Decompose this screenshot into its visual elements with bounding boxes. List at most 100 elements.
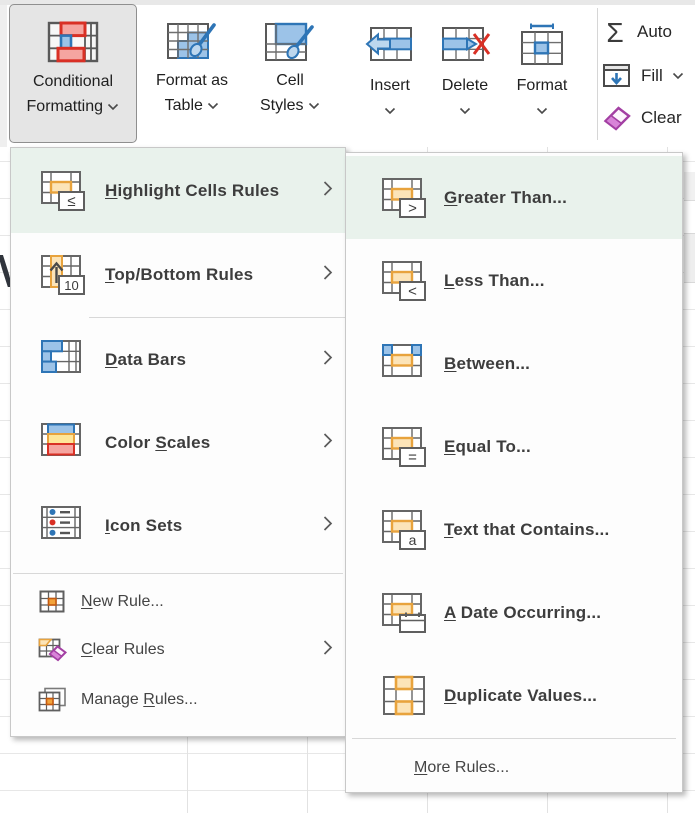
menu-item-label: Manage Rules... [81,691,198,709]
submenu-arrow-icon [323,349,333,370]
greater-than-icon: > [380,177,428,219]
equal-to-icon: = [380,426,428,468]
menu-item-new-rule[interactable]: New Rule... [11,578,345,626]
menu-item-highlight-cells-rules[interactable]: ≤ Highlight Cells Rules [11,148,345,233]
menu-item-a-date-occurring[interactable]: A Date Occurring... [346,571,682,654]
cell-styles-label-line1: Cell [276,68,304,93]
menu-item-between[interactable]: Between... [346,322,682,405]
menu-item-top-bottom-rules[interactable]: 10 Top/Bottom Rules [11,233,345,317]
menu-item-equal-to[interactable]: = Equal To... [346,405,682,488]
menu-item-label: A Date Occurring... [444,603,601,623]
autosum-button[interactable]: Σ Auto [602,15,672,49]
conditional-formatting-button[interactable]: ConditionalFormatting [9,4,137,143]
svg-text:>: > [408,200,417,217]
conditional-formatting-icon [46,15,100,69]
submenu-arrow-icon [323,432,333,453]
conditional-formatting-menu: ≤ Highlight Cells Rules 10 Top/Bottom Rule… [10,147,346,737]
submenu-arrow-icon [323,640,333,661]
clear-rules-icon [37,638,69,662]
menu-item-label: Top/Bottom Rules [105,265,253,285]
insert-label: Insert [370,77,410,95]
conditional-formatting-label-line2: Formatting [27,94,120,119]
menu-item-label: Equal To... [444,437,531,457]
between-icon [380,343,428,385]
format-as-table-label-line2: Table [165,93,220,118]
icon-sets-icon [39,505,87,547]
cell-styles-button[interactable]: CellStyles [248,4,332,143]
ribbon-group-divider [597,8,598,140]
menu-item-label: Color Scales [105,433,210,453]
chevron-down-icon [107,98,119,115]
menu-item-label: Icon Sets [105,516,182,536]
menu-item-data-bars[interactable]: Data Bars [11,318,345,401]
menu-item-label: Text that Contains... [444,520,609,540]
menu-item-icon-sets[interactable]: Icon Sets [11,484,345,567]
menu-item-label: Between... [444,354,530,374]
clear-label: Clear [641,108,682,128]
autosum-label: Auto [637,22,672,42]
svg-text:10: 10 [64,278,78,293]
submenu-arrow-icon [323,180,333,201]
menu-separator [13,573,343,574]
delete-cells-icon [439,20,491,70]
highlight-cells-rules-submenu: > Greater Than... < Less Than... Between..… [345,152,683,793]
chevron-down-icon [384,102,396,120]
format-as-table-button[interactable]: Format asTable [140,4,244,143]
manage-rules-icon [37,687,69,713]
chevron-down-icon [308,97,320,114]
menu-item-label: Greater Than... [444,188,567,208]
cell-styles-icon [264,14,316,68]
fill-button[interactable]: Fill [602,59,684,93]
cell-styles-label-line2: Styles [260,93,320,118]
format-as-table-label-line1: Format as [156,68,228,93]
eraser-icon [602,104,632,132]
chevron-down-icon [672,67,684,85]
submenu-arrow-icon [323,515,333,536]
text-contains-icon: a [380,509,428,551]
ribbon-left-border [0,5,7,147]
excel-conditional-formatting-ui: M ConditionalFormatting Format asTable C… [0,0,695,813]
less-than-icon: < [380,260,428,302]
clear-button[interactable]: Clear [602,101,682,135]
delete-label: Delete [442,77,488,95]
sigma-icon: Σ [602,17,628,47]
menu-item-label: Clear Rules [81,641,165,659]
date-occurring-icon [380,592,428,634]
ribbon: ConditionalFormatting Format asTable Cel… [0,0,695,147]
menu-item-clear-rules[interactable]: Clear Rules [11,626,345,674]
menu-item-duplicate-values[interactable]: Duplicate Values... [346,654,682,737]
fill-label: Fill [641,66,663,86]
format-button[interactable]: Format [506,4,578,143]
svg-text:<: < [408,283,417,300]
menu-item-more-rules[interactable]: More Rules... [346,745,682,791]
fill-down-icon [602,63,632,89]
worksheet-shaded-row [684,233,695,283]
format-label: Format [517,77,568,95]
menu-item-label: Highlight Cells Rules [105,181,279,201]
svg-text:≤: ≤ [67,193,75,210]
insert-button[interactable]: Insert [356,4,424,143]
top-bottom-rules-icon: 10 [39,254,87,296]
menu-item-color-scales[interactable]: Color Scales [11,401,345,484]
svg-text:=: = [408,449,417,466]
menu-item-less-than[interactable]: < Less Than... [346,239,682,322]
menu-item-label: Data Bars [105,350,186,370]
chevron-down-icon [459,102,471,120]
new-rule-icon [37,590,69,614]
svg-text:a: a [409,532,417,548]
menu-item-text-that-contains[interactable]: a Text that Contains... [346,488,682,571]
conditional-formatting-label-line1: Conditional [33,69,113,94]
menu-item-manage-rules[interactable]: Manage Rules... [11,674,345,726]
insert-cells-icon [365,20,415,70]
menu-item-label: More Rules... [414,759,509,777]
svg-text:Σ: Σ [606,17,623,47]
menu-item-label: New Rule... [81,593,164,611]
menu-item-greater-than[interactable]: > Greater Than... [346,156,682,239]
format-as-table-icon [166,14,218,68]
menu-item-label: Less Than... [444,271,545,291]
menu-separator [352,738,676,739]
worksheet-shaded-row [684,172,695,201]
delete-button[interactable]: Delete [430,4,500,143]
submenu-arrow-icon [323,265,333,286]
highlight-cells-rules-icon: ≤ [39,170,87,212]
